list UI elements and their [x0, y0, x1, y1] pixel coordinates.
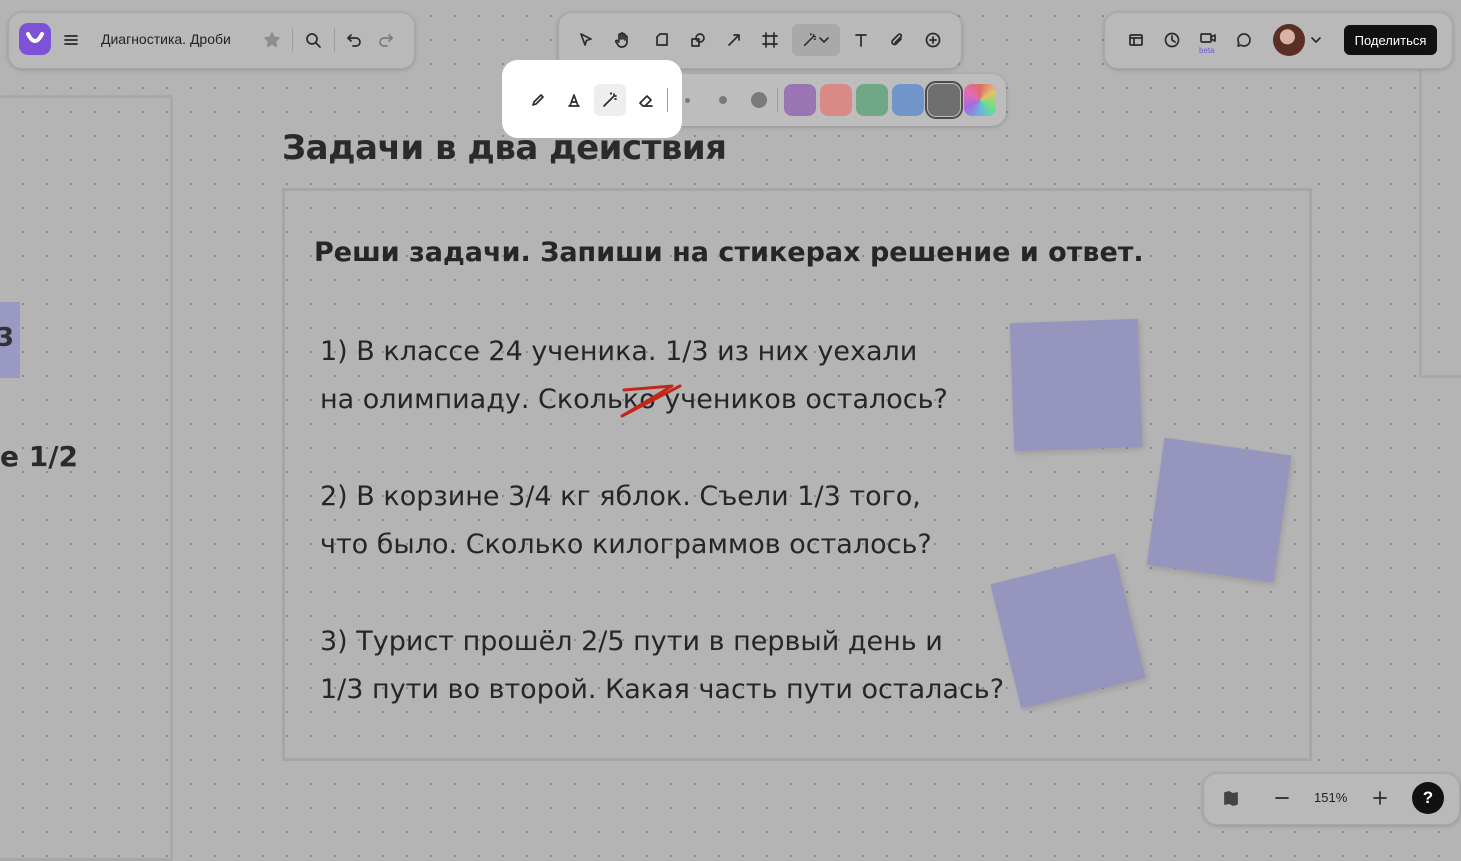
sticky-note-2[interactable]: [1146, 437, 1292, 583]
connector-line-icon[interactable]: [720, 26, 748, 54]
color-swatch-green[interactable]: [856, 84, 888, 116]
board-title[interactable]: Диагностика. Дроби: [101, 31, 231, 47]
color-swatch-red[interactable]: [820, 84, 852, 116]
task-3-line-1[interactable]: 3) Турист прошёл 2/5 пути в первый день …: [320, 618, 943, 666]
menu-icon[interactable]: [57, 26, 85, 54]
zoom-out-icon[interactable]: [1268, 784, 1296, 812]
undo-icon[interactable]: [340, 26, 368, 54]
shapes-icon[interactable]: [684, 26, 712, 54]
history-clock-icon[interactable]: [1158, 26, 1186, 54]
left-frame: [0, 95, 173, 861]
add-more-icon[interactable]: [919, 26, 947, 54]
attach-icon[interactable]: [883, 26, 911, 54]
color-swatch-blue[interactable]: [892, 84, 924, 116]
color-swatch-gray[interactable]: [925, 81, 963, 119]
task-1-line-1[interactable]: 1) В классе 24 ученика. 1/3 из них уехал…: [320, 328, 917, 376]
stroke-size-large[interactable]: [751, 92, 767, 108]
text-tool-icon[interactable]: [847, 26, 875, 54]
redo-icon[interactable]: [372, 26, 400, 54]
templates-icon[interactable]: [1122, 26, 1150, 54]
chevron-down-icon: [819, 37, 829, 43]
magic-pen-icon: [803, 33, 817, 47]
eraser-icon[interactable]: [632, 86, 660, 114]
frame-icon[interactable]: [756, 26, 784, 54]
beta-label: beta: [1199, 46, 1215, 55]
magic-pen-tool[interactable]: [594, 84, 626, 116]
sticky-note-icon[interactable]: [648, 26, 676, 54]
left-sticky-text: 3: [0, 323, 15, 353]
help-button[interactable]: ?: [1412, 782, 1444, 814]
instruction-text[interactable]: Реши задачи. Запиши на стикерах решение …: [314, 237, 1144, 268]
task-2-line-2[interactable]: что было. Сколько килограммов осталось?: [320, 521, 932, 569]
zoom-in-icon[interactable]: [1366, 784, 1394, 812]
pencil-icon[interactable]: [524, 86, 552, 114]
sticky-note-1[interactable]: [1009, 318, 1143, 452]
divider: [777, 88, 778, 112]
divider: [667, 88, 668, 112]
star-icon[interactable]: [258, 26, 286, 54]
task-3-line-2[interactable]: 1/3 пути во второй. Какая часть пути ост…: [320, 666, 1004, 714]
share-button[interactable]: Поделиться: [1344, 25, 1437, 55]
select-cursor-icon[interactable]: [572, 26, 600, 54]
magic-pen-icon: [603, 92, 617, 107]
color-picker-rainbow-icon[interactable]: [964, 84, 996, 116]
highlighter-icon[interactable]: [560, 86, 588, 114]
hand-pan-icon[interactable]: [608, 26, 636, 54]
stroke-size-small[interactable]: [685, 98, 690, 103]
avatar[interactable]: [1273, 24, 1305, 56]
color-swatch-purple[interactable]: [784, 84, 816, 116]
comment-icon[interactable]: [1230, 26, 1258, 54]
divider: [292, 28, 293, 52]
minimap-icon[interactable]: [1217, 784, 1245, 812]
strikethrough-scribble[interactable]: [614, 380, 686, 424]
draw-tool-dropdown[interactable]: [792, 24, 840, 56]
search-icon[interactable]: [299, 26, 327, 54]
right-frame: [1419, 60, 1461, 378]
task-2-line-1[interactable]: 2) В корзине 3/4 кг яблок. Съели 1/3 тог…: [320, 473, 921, 521]
app-logo-icon[interactable]: [19, 23, 51, 55]
zoom-level[interactable]: 151%: [1314, 790, 1347, 805]
divider: [334, 28, 335, 52]
chevron-down-icon[interactable]: [1302, 26, 1330, 54]
left-frame-text: е 1/2: [0, 440, 78, 473]
stroke-size-medium[interactable]: [719, 96, 727, 104]
